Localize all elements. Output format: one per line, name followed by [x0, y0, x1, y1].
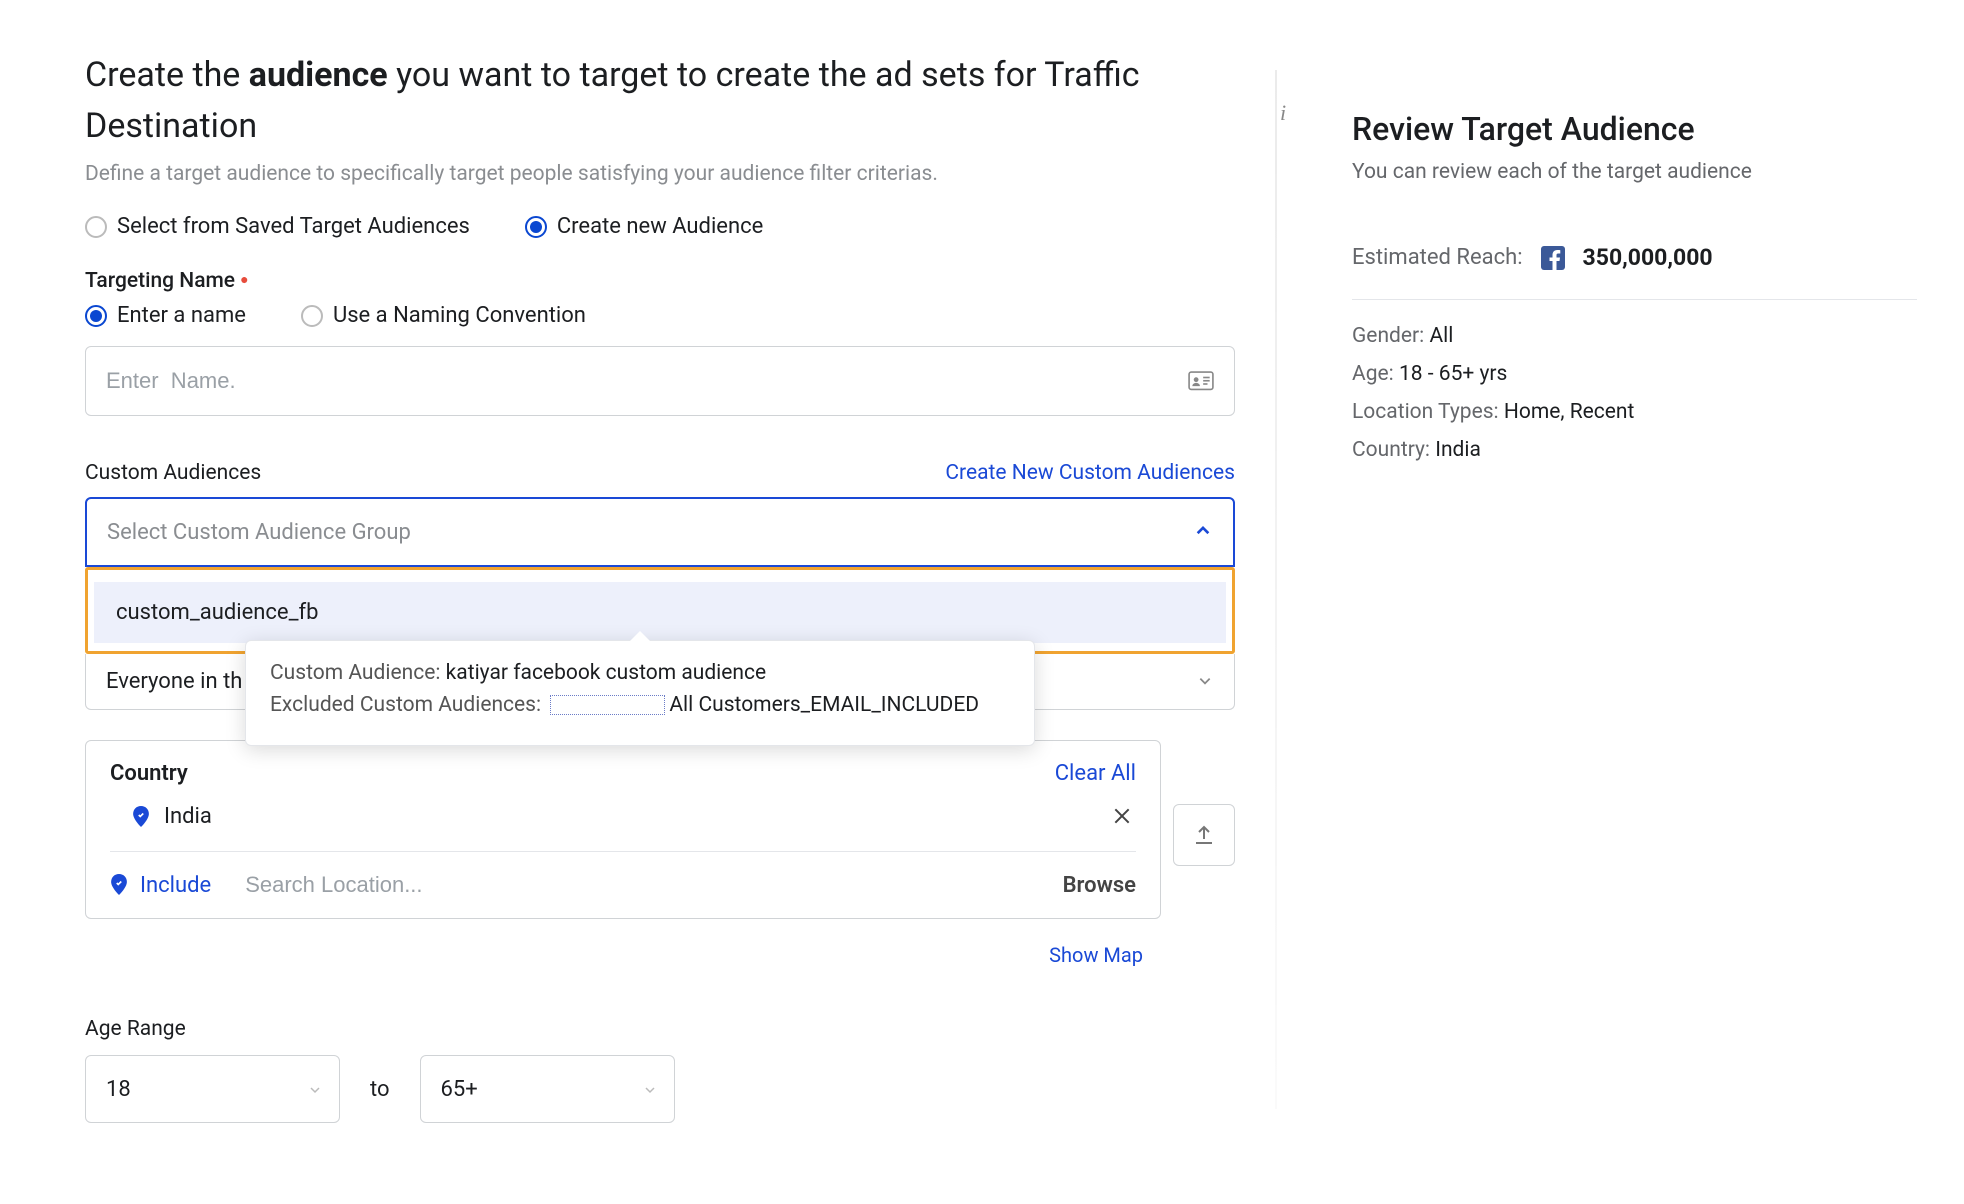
custom-audiences-label: Custom Audiences: [85, 461, 261, 485]
country-card: Country Clear All India: [85, 740, 1161, 919]
location-pin-icon: [132, 806, 150, 828]
tooltip-ex-label: Excluded Custom Audiences:: [270, 693, 541, 717]
radio-new-label: Create new Audience: [557, 214, 763, 239]
create-custom-audiences-link[interactable]: Create New Custom Audiences: [945, 461, 1235, 485]
radio-convention-label: Use a Naming Convention: [333, 303, 586, 328]
tooltip-ca-label: Custom Audience:: [270, 661, 440, 685]
age-to-label: to: [370, 1077, 390, 1102]
review-panel: Review Target Audience You can review ea…: [1277, 50, 1917, 1204]
gender-key: Gender:: [1352, 324, 1424, 348]
age-from-select[interactable]: 18: [85, 1055, 340, 1123]
radio-icon: [85, 305, 107, 327]
attr-gender: Gender: All: [1352, 324, 1917, 348]
tooltip-ca-value: katiyar facebook custom audience: [446, 661, 767, 685]
facebook-icon: [1541, 246, 1565, 270]
title-prefix: Create the: [85, 55, 249, 95]
radio-icon: [301, 305, 323, 327]
include-toggle[interactable]: Include: [110, 873, 211, 898]
browse-button[interactable]: Browse: [1063, 873, 1136, 898]
title-emphasis: audience: [249, 55, 388, 95]
targeting-name-text: Targeting Name: [85, 269, 235, 293]
chevron-down-icon: [1198, 669, 1212, 694]
id-card-icon[interactable]: [1188, 371, 1214, 391]
age-range-label: Age Range: [85, 1017, 1235, 1041]
radio-saved-label: Select from Saved Target Audiences: [117, 214, 470, 239]
search-location-input[interactable]: [225, 872, 1048, 898]
country-key: Country:: [1352, 438, 1430, 462]
country-item: India: [110, 800, 1136, 851]
chevron-up-icon: [1195, 520, 1211, 545]
attr-age: Age: 18 - 65+ yrs: [1352, 362, 1917, 386]
radio-create-new-audience[interactable]: Create new Audience: [525, 214, 763, 239]
radio-icon: [85, 216, 107, 238]
targeting-name-input-wrapper: [85, 346, 1235, 416]
show-map-link[interactable]: Show Map: [1049, 943, 1143, 967]
attr-location-types: Location Types: Home, Recent: [1352, 400, 1917, 424]
age-value: 18 - 65+ yrs: [1399, 362, 1507, 386]
redacted-value: [550, 695, 665, 715]
include-label-text: Include: [140, 873, 211, 898]
radio-naming-convention[interactable]: Use a Naming Convention: [301, 303, 586, 328]
location-pin-icon: [110, 874, 128, 896]
chevron-down-icon: [644, 1077, 656, 1102]
age-from-value: 18: [106, 1077, 131, 1102]
upload-button[interactable]: [1173, 804, 1235, 866]
review-description: You can review each of the target audien…: [1352, 160, 1917, 184]
targeting-name-label: Targeting Name ●: [85, 269, 1235, 293]
custom-audience-placeholder: Select Custom Audience Group: [107, 520, 411, 545]
country-value: India: [1435, 438, 1481, 462]
targeting-name-input[interactable]: [106, 368, 1174, 394]
age-to-value: 65+: [441, 1077, 478, 1102]
upload-icon: [1192, 823, 1216, 847]
info-icon[interactable]: i: [1280, 100, 1286, 126]
age-key: Age:: [1352, 362, 1394, 386]
clear-all-link[interactable]: Clear All: [1055, 761, 1136, 786]
loc-key: Location Types:: [1352, 400, 1499, 424]
radio-icon: [525, 216, 547, 238]
review-title: Review Target Audience: [1352, 110, 1917, 148]
country-title: Country: [110, 761, 188, 786]
tooltip-ex-value: All Customers_EMAIL_INCLUDED: [669, 693, 979, 717]
custom-audience-select[interactable]: Select Custom Audience Group: [85, 497, 1235, 567]
radio-saved-audiences[interactable]: Select from Saved Target Audiences: [85, 214, 470, 239]
estimated-reach-value: 350,000,000: [1583, 244, 1713, 271]
custom-audience-tooltip: Custom Audience: katiyar facebook custom…: [245, 640, 1035, 746]
page-subtitle: Define a target audience to specifically…: [85, 162, 1235, 186]
divider: [1352, 299, 1917, 300]
custom-audience-option[interactable]: custom_audience_fb: [94, 582, 1226, 643]
radio-enter-name-label: Enter a name: [117, 303, 246, 328]
location-scope-text: Everyone in th: [106, 669, 242, 694]
loc-value: Home, Recent: [1504, 400, 1635, 424]
gender-value: All: [1429, 324, 1453, 348]
required-indicator: ●: [240, 271, 248, 288]
radio-enter-name[interactable]: Enter a name: [85, 303, 246, 328]
page-title: Create the audience you want to target t…: [85, 50, 1235, 152]
attr-country: Country: India: [1352, 438, 1917, 462]
country-name: India: [164, 804, 212, 829]
chevron-down-icon: [309, 1077, 321, 1102]
estimated-reach-label: Estimated Reach:: [1352, 245, 1523, 270]
age-to-select[interactable]: 65+: [420, 1055, 675, 1123]
remove-country-button[interactable]: [1114, 805, 1130, 829]
